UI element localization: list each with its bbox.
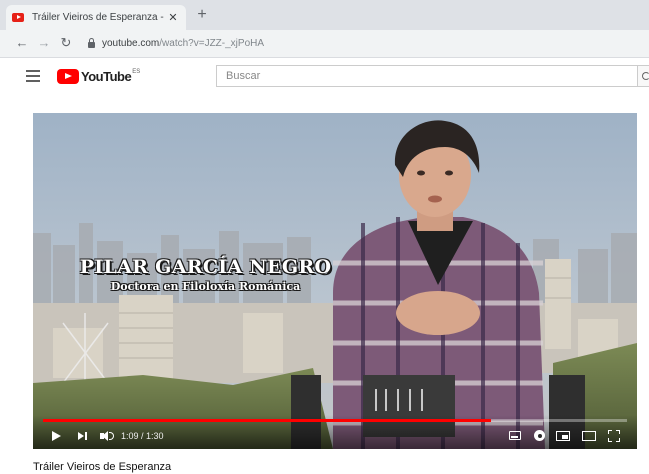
url-text: youtube.com/watch?v=JZZ-_xjPoHA bbox=[102, 38, 264, 49]
search-input[interactable] bbox=[217, 66, 648, 86]
fullscreen-icon[interactable] bbox=[608, 430, 620, 442]
browser-tab[interactable]: Tráiler Vieiros de Esperanza - Yo ✕ bbox=[6, 5, 186, 30]
settings-gear-icon[interactable] bbox=[534, 430, 545, 441]
tab-close-icon[interactable]: ✕ bbox=[166, 11, 180, 24]
time-display: 1:09 / 1:30 bbox=[121, 431, 164, 441]
reload-icon[interactable]: ↻ bbox=[58, 35, 74, 51]
search-box bbox=[216, 65, 649, 87]
address-bar[interactable]: youtube.com/watch?v=JZZ-_xjPoHA bbox=[80, 33, 640, 54]
youtube-play-icon bbox=[57, 68, 79, 84]
overlay-name: PILAR GARCÍA NEGRO bbox=[79, 256, 332, 278]
youtube-logo[interactable]: YouTube ES bbox=[57, 68, 140, 84]
player-controls: 1:09 / 1:30 bbox=[33, 415, 637, 449]
browser-toolbar: ← → ↻ youtube.com/watch?v=JZZ-_xjPoHA bbox=[0, 30, 649, 58]
progress-fill bbox=[43, 419, 491, 422]
volume-icon[interactable] bbox=[99, 429, 114, 443]
url-path: /watch?v=JZZ-_xjPoHA bbox=[159, 38, 265, 49]
next-icon[interactable] bbox=[77, 429, 89, 443]
progress-bar[interactable] bbox=[43, 419, 627, 422]
back-arrow-icon[interactable]: ← bbox=[14, 35, 30, 51]
subtitles-icon[interactable] bbox=[509, 431, 521, 440]
overlay-role: Doctora en Filoloxía Románica bbox=[110, 280, 301, 293]
new-tab-button[interactable]: + bbox=[193, 6, 211, 24]
search-icon[interactable] bbox=[637, 65, 649, 87]
youtube-header: YouTube ES bbox=[0, 58, 649, 96]
forward-arrow-icon[interactable]: → bbox=[36, 35, 52, 51]
lock-icon bbox=[88, 38, 95, 48]
youtube-favicon-icon bbox=[12, 13, 24, 22]
logo-wordmark: YouTube bbox=[81, 68, 132, 84]
video-player[interactable]: PILAR GARCÍA NEGRO Doctora en Filoloxía … bbox=[33, 113, 637, 449]
browser-tab-strip: Tráiler Vieiros de Esperanza - Yo ✕ + bbox=[0, 0, 649, 30]
video-title: Tráiler Vieiros de Esperanza bbox=[33, 461, 172, 473]
menu-icon[interactable] bbox=[26, 70, 40, 82]
name-overlay: PILAR GARCÍA NEGRO Doctora en Filoloxía … bbox=[73, 256, 338, 293]
miniplayer-icon[interactable] bbox=[556, 431, 570, 441]
theater-mode-icon[interactable] bbox=[582, 431, 596, 441]
country-code: ES bbox=[132, 69, 141, 75]
play-icon[interactable] bbox=[51, 429, 61, 443]
url-host: youtube.com bbox=[102, 38, 160, 49]
tab-title: Tráiler Vieiros de Esperanza - Yo bbox=[32, 12, 166, 23]
